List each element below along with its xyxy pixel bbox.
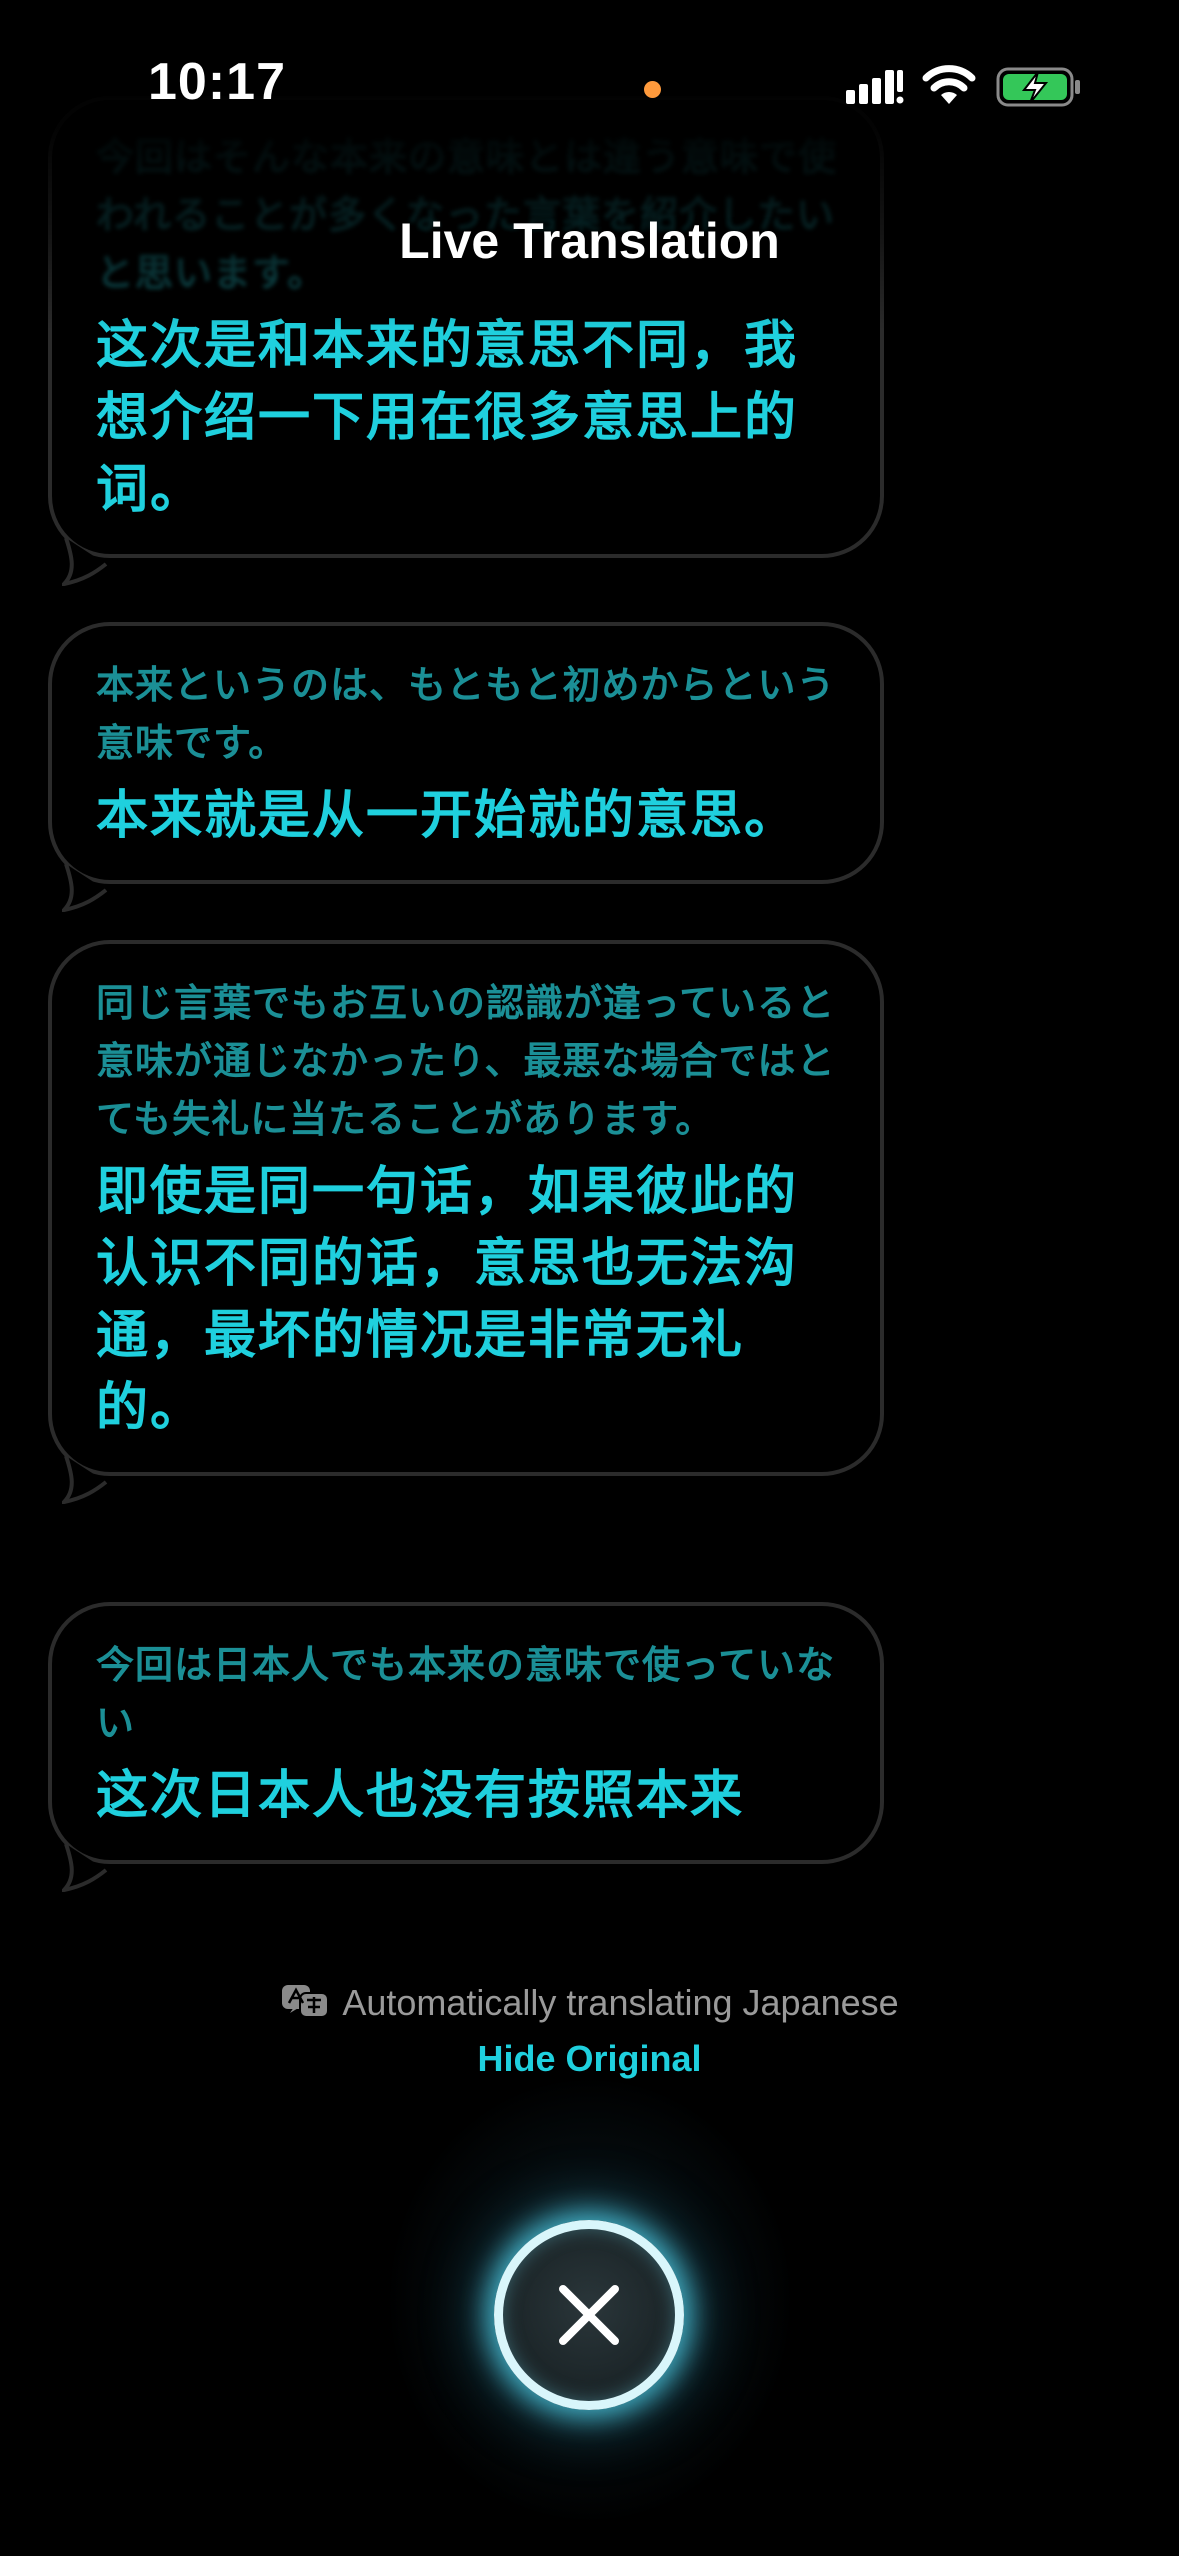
status-bar: 10:17 (0, 0, 1179, 170)
close-icon (559, 2285, 619, 2345)
bubble-tail (62, 864, 108, 912)
original-text: 今回は日本人でも本来の意味で使っていない (96, 1643, 836, 1745)
translation-bubble: 同じ言葉でもお互いの認識が違っていると意味が通じなかったり、最悪な場合ではとても… (48, 940, 884, 1504)
hide-original-button[interactable]: Hide Original (0, 2038, 1179, 2080)
translation-bubble: 今回は日本人でも本来の意味で使っていない 这次日本人也没有按照本来 (48, 1602, 884, 1892)
translation-bubble: 本来というのは、もともと初めからという意味です。 本来就是从一开始就的意思。 (48, 622, 884, 912)
auto-translate-label: Automatically translating Japanese (342, 1982, 899, 2023)
page-title: Live Translation (399, 213, 780, 269)
recording-indicator-dot (644, 81, 661, 98)
translated-text: 这次是和本来的意思不同，我想介绍一下用在很多意思上的词。 (96, 316, 799, 520)
cellular-signal-icon (846, 70, 904, 104)
translated-text: 这次日本人也没有按照本来 (96, 1766, 745, 1826)
wifi-icon (922, 65, 976, 104)
bubble-tail (62, 538, 108, 586)
close-button[interactable] (494, 2220, 684, 2410)
translated-text: 本来就是从一开始就的意思。 (96, 786, 799, 846)
translated-text: 即使是同一句话，如果彼此的认识不同的话，意思也无法沟通，最坏的情况是非常无礼的。 (96, 1162, 799, 1438)
translate-icon (282, 1985, 330, 2019)
bubble-tail (62, 1456, 108, 1504)
original-text: 本来というのは、もともと初めからという意味です。 (96, 663, 836, 765)
original-text: 同じ言葉でもお互いの認識が違っていると意味が通じなかったり、最悪な場合ではとても… (96, 981, 836, 1141)
bubble-tail (62, 1844, 108, 1892)
auto-translate-status: Automatically translating Japanese (0, 1982, 1179, 2024)
battery-charging-icon (996, 67, 1080, 107)
status-time: 10:17 (148, 53, 286, 111)
